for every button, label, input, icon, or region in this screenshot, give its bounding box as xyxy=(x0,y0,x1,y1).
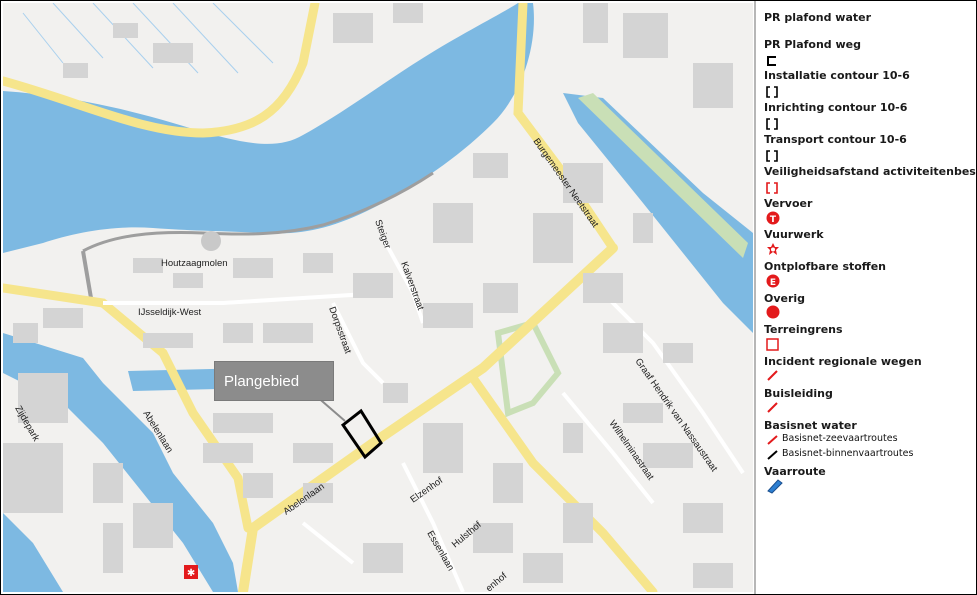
black-line-icon xyxy=(766,448,780,466)
legend-title-pr-weg: PR Plafond weg xyxy=(764,38,861,51)
label-houtzaagmolen: Houtzaagmolen xyxy=(161,258,228,269)
legend-panel: PR plafond water PR Plafond weg Installa… xyxy=(754,1,977,594)
legend-title-vuurwerk: Vuurwerk xyxy=(764,228,824,241)
label-ijsseldijk: IJsseldijk-West xyxy=(138,307,202,318)
map-window: ✱ Burgemeester Neetstraat Steiger Houtza… xyxy=(0,0,977,595)
legend-title-pr-water: PR plafond water xyxy=(764,11,872,24)
legend-title-ontplofbare: Ontplofbare stoffen xyxy=(764,260,887,273)
legend-title-buisleiding: Buisleiding xyxy=(764,387,833,400)
legend-title-incident: Incident regionale wegen xyxy=(764,355,922,368)
svg-text:✱: ✱ xyxy=(187,568,195,579)
map-svg: ✱ Burgemeester Neetstraat Steiger Houtza… xyxy=(3,3,753,592)
red-line-icon xyxy=(766,401,780,420)
legend-title-overig: Overig xyxy=(764,292,806,305)
vuurwerk-risk-icon[interactable]: ✱ xyxy=(184,565,198,579)
plangebied-callout: Plangebied xyxy=(214,361,334,401)
legend-title-vervoer: Vervoer xyxy=(764,197,813,210)
legend-title-installatie: Installatie contour 10-6 xyxy=(764,69,910,82)
legend-title-vaarroute: Vaarroute xyxy=(764,465,826,478)
legend-title-basisnet-water: Basisnet water xyxy=(764,419,857,432)
plangebied-callout-label: Plangebied xyxy=(224,373,300,390)
legend-title-transport: Transport contour 10-6 xyxy=(764,133,907,146)
legend-sub-zeevaart: Basisnet-zeevaartroutes xyxy=(782,433,898,444)
svg-text:E: E xyxy=(770,278,776,288)
red-line-icon xyxy=(766,369,780,388)
svg-text:T: T xyxy=(770,215,777,225)
legend-sub-binnenvaart: Basisnet-binnenvaartroutes xyxy=(782,448,914,459)
map-canvas[interactable]: ✱ Burgemeester Neetstraat Steiger Houtza… xyxy=(3,3,753,592)
legend-title-veiligheidsafstand: Veiligheidsafstand activiteitenbesluit xyxy=(764,165,977,178)
blue-route-icon xyxy=(766,478,784,499)
legend-title-inrichting: Inrichting contour 10-6 xyxy=(764,101,908,114)
mill-building xyxy=(201,231,221,251)
legend-title-terreingrens: Terreingrens xyxy=(764,323,843,336)
